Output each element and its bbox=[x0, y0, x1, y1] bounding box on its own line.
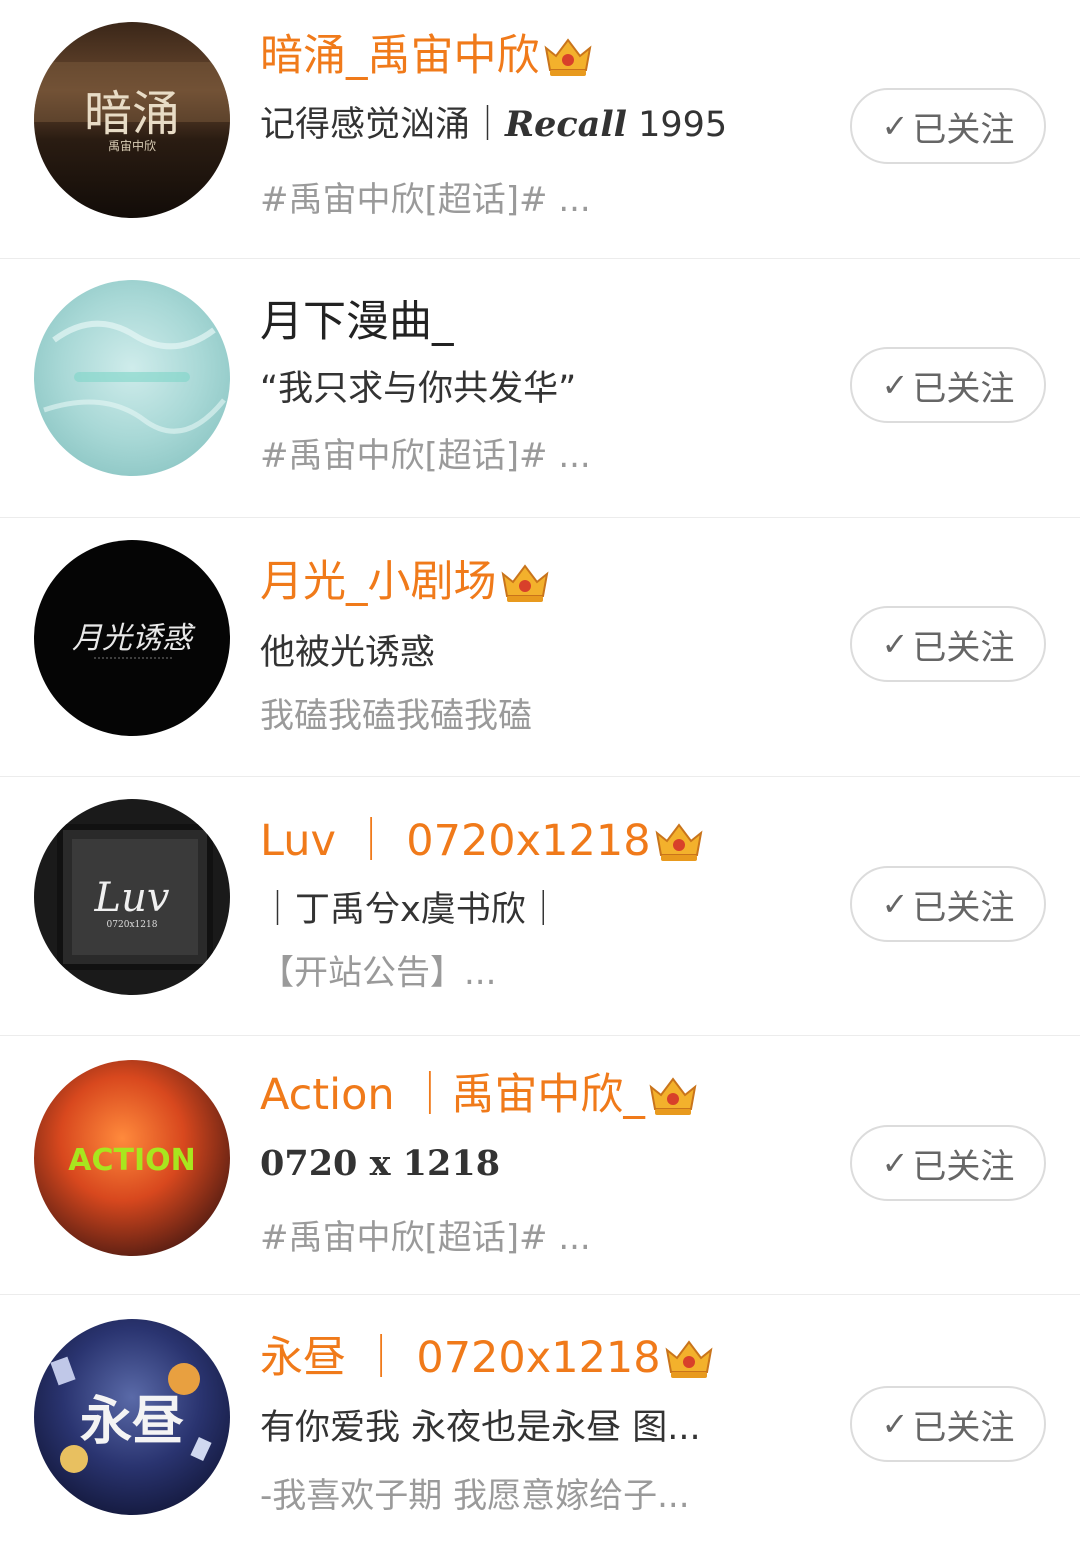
check-icon: ✓ bbox=[881, 625, 909, 663]
user-row[interactable]: 暗涌 禹宙中欣 暗涌_禹宙中欣 记得感觉汹涌｜Recall 1995 #禹宙中欣… bbox=[0, 0, 1080, 259]
check-icon: ✓ bbox=[881, 107, 909, 145]
following-list: 暗涌 禹宙中欣 暗涌_禹宙中欣 记得感觉汹涌｜Recall 1995 #禹宙中欣… bbox=[0, 0, 1080, 1549]
avatar-image: Luv 0720x1218 bbox=[34, 799, 230, 995]
following-label: 已关注 bbox=[912, 1407, 1015, 1448]
avatar[interactable]: 暗涌 禹宙中欣 bbox=[34, 22, 230, 218]
crown-icon bbox=[501, 564, 548, 602]
user-desc: 【开站公告】... bbox=[260, 953, 497, 993]
username[interactable]: 月下漫曲_ bbox=[260, 296, 454, 348]
user-bio: ｜丁禹兮x虞书欣｜ bbox=[260, 890, 561, 930]
username[interactable]: Luv ｜ 0720x1218 bbox=[260, 815, 705, 867]
svg-text:ACTION: ACTION bbox=[68, 1143, 195, 1178]
following-label: 已关注 bbox=[912, 1146, 1015, 1187]
following-label: 已关注 bbox=[912, 368, 1015, 409]
avatar[interactable]: 永昼 bbox=[34, 1319, 230, 1515]
user-desc: #禹宙中欣[超话]# ... bbox=[260, 1218, 591, 1258]
following-label: 已关注 bbox=[912, 109, 1015, 150]
following-button[interactable]: ✓ 已关注 bbox=[850, 347, 1046, 423]
username-text[interactable]: 永昼 ｜ 0720x1218 bbox=[260, 1332, 661, 1384]
user-desc: #禹宙中欣[超话]# ... bbox=[260, 180, 591, 220]
following-button[interactable]: ✓ 已关注 bbox=[850, 866, 1046, 942]
following-label: 已关注 bbox=[912, 887, 1015, 928]
user-row[interactable]: Luv 0720x1218 Luv ｜ 0720x1218 ｜丁禹兮x虞书欣｜ … bbox=[0, 777, 1080, 1036]
following-button[interactable]: ✓ 已关注 bbox=[850, 1125, 1046, 1201]
svg-text:禹宙中欣: 禹宙中欣 bbox=[108, 138, 156, 153]
svg-text:Luv: Luv bbox=[94, 875, 170, 921]
avatar[interactable]: Luv 0720x1218 bbox=[34, 799, 230, 995]
username-text[interactable]: 暗涌_禹宙中欣 bbox=[260, 30, 540, 82]
user-bio: 有你爱我 永夜也是永昼 图... bbox=[260, 1408, 701, 1448]
check-icon: ✓ bbox=[881, 366, 909, 404]
crown-icon bbox=[544, 38, 591, 76]
username[interactable]: 月光_小剧场 bbox=[260, 556, 551, 608]
avatar[interactable] bbox=[34, 280, 230, 476]
check-icon: ✓ bbox=[881, 885, 909, 923]
username[interactable]: Action ｜禹宙中欣_ bbox=[260, 1069, 699, 1121]
svg-text:永昼: 永昼 bbox=[80, 1391, 184, 1452]
check-icon: ✓ bbox=[881, 1405, 909, 1443]
following-button[interactable]: ✓ 已关注 bbox=[850, 1386, 1046, 1462]
user-bio: 他被光诱惑 bbox=[260, 633, 436, 673]
user-row[interactable]: 月下漫曲_ “我只求与你共发华” #禹宙中欣[超话]# ... ✓ 已关注 bbox=[0, 259, 1080, 518]
avatar-image: ACTION bbox=[34, 1060, 230, 1256]
username[interactable]: 永昼 ｜ 0720x1218 bbox=[260, 1332, 715, 1384]
user-bio: “我只求与你共发华” bbox=[260, 369, 577, 409]
following-button[interactable]: ✓ 已关注 bbox=[850, 88, 1046, 164]
avatar-image: 永昼 bbox=[34, 1319, 230, 1515]
following-button[interactable]: ✓ 已关注 bbox=[850, 606, 1046, 682]
avatar-image: 月光诱惑 bbox=[34, 540, 230, 736]
check-icon: ✓ bbox=[881, 1144, 909, 1182]
avatar[interactable]: ACTION bbox=[34, 1060, 230, 1256]
user-row[interactable]: 月光诱惑 月光_小剧场 他被光诱惑 我磕我磕我磕我磕 ✓ 已关注 bbox=[0, 518, 1080, 777]
avatar[interactable]: 月光诱惑 bbox=[34, 540, 230, 736]
avatar-image: 暗涌 禹宙中欣 bbox=[34, 22, 230, 218]
username[interactable]: 暗涌_禹宙中欣 bbox=[260, 30, 594, 82]
avatar-image bbox=[34, 280, 230, 476]
svg-text:月光诱惑: 月光诱惑 bbox=[72, 621, 196, 656]
svg-text:暗涌: 暗涌 bbox=[84, 86, 180, 142]
user-row[interactable]: 永昼 永昼 ｜ 0720x1218 有你爱我 永夜也是永昼 图... -我喜欢子… bbox=[0, 1295, 1080, 1549]
user-bio: 记得感觉汹涌｜Recall 1995 bbox=[260, 104, 728, 145]
user-bio: 0720 x 1218 bbox=[260, 1143, 501, 1184]
crown-icon bbox=[649, 1077, 697, 1115]
user-desc: #禹宙中欣[超话]# ... bbox=[260, 436, 591, 476]
username-text[interactable]: Action ｜禹宙中欣_ bbox=[260, 1069, 645, 1121]
username-text[interactable]: 月下漫曲_ bbox=[260, 296, 454, 348]
username-text[interactable]: Luv ｜ 0720x1218 bbox=[260, 815, 651, 867]
crown-icon bbox=[655, 823, 703, 861]
crown-icon bbox=[665, 1340, 713, 1378]
user-desc: -我喜欢子期 我愿意嫁给子... bbox=[260, 1476, 690, 1516]
username-text[interactable]: 月光_小剧场 bbox=[260, 556, 497, 608]
user-desc: 我磕我磕我磕我磕 bbox=[260, 696, 532, 736]
following-label: 已关注 bbox=[912, 627, 1015, 668]
svg-text:0720x1218: 0720x1218 bbox=[107, 920, 158, 930]
user-row[interactable]: ACTION Action ｜禹宙中欣_ 0720 x 1218 #禹宙中欣[超… bbox=[0, 1036, 1080, 1295]
